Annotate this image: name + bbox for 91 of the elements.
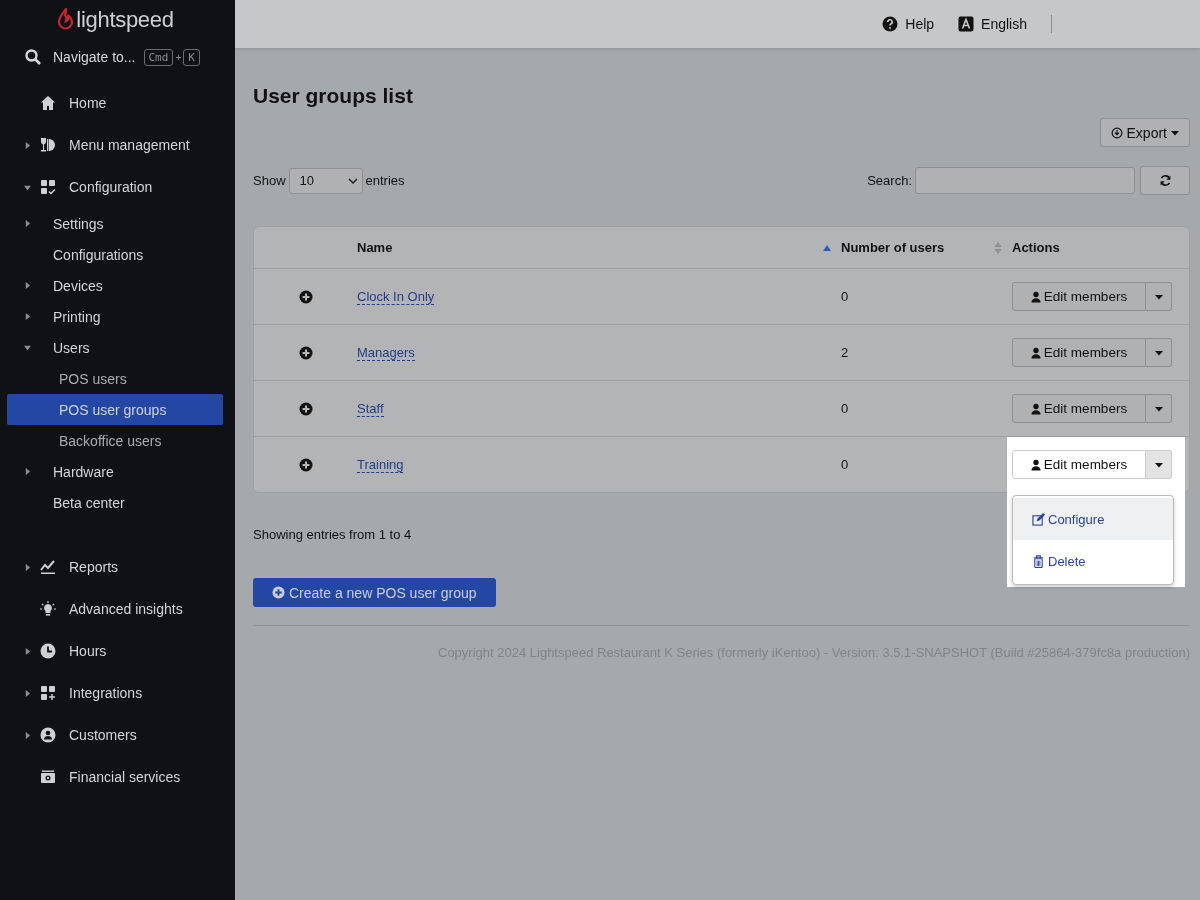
group-name-link[interactable]: Training bbox=[357, 456, 404, 473]
download-icon bbox=[1110, 126, 1123, 139]
chevron-down-icon bbox=[347, 177, 358, 184]
grid-check-icon bbox=[40, 179, 56, 195]
user-count: 2 bbox=[841, 345, 850, 360]
plus-circle-icon bbox=[298, 345, 313, 360]
nav-item[interactable]: Beta center bbox=[0, 487, 235, 518]
group-name-link[interactable]: Clock In Only bbox=[357, 288, 435, 305]
nav-item[interactable]: POS user groups bbox=[7, 394, 223, 425]
caret-down-icon bbox=[1154, 460, 1163, 469]
user-count: 0 bbox=[841, 289, 850, 304]
nav-item[interactable]: Financial services bbox=[0, 756, 235, 798]
entries-select[interactable]: 10 bbox=[288, 167, 363, 194]
refresh-icon bbox=[1158, 174, 1172, 187]
create-group-button[interactable]: Create a new POS user group bbox=[253, 578, 496, 607]
sort-icon bbox=[994, 240, 1002, 255]
dropdown-toggle-button[interactable] bbox=[1146, 394, 1172, 423]
menu-item[interactable]: Configure bbox=[1013, 498, 1173, 540]
plus-circle-icon bbox=[298, 401, 313, 416]
edit-icon bbox=[1032, 512, 1045, 526]
menu-item[interactable]: Delete bbox=[1013, 540, 1173, 582]
clock-icon bbox=[40, 643, 56, 659]
grid-plus-icon bbox=[40, 685, 56, 701]
search-field[interactable] bbox=[915, 167, 1135, 194]
keyboard-key: K bbox=[183, 48, 200, 66]
user-icon bbox=[1030, 458, 1041, 471]
home-icon bbox=[40, 95, 56, 111]
nav-item[interactable]: Hardware bbox=[0, 456, 235, 487]
person-circle-icon bbox=[40, 727, 56, 743]
caret-down-icon bbox=[1171, 128, 1179, 137]
plus-circle-icon bbox=[298, 289, 313, 304]
nav-item[interactable]: Users bbox=[0, 332, 235, 363]
keyboard-key: Cmd bbox=[143, 48, 174, 66]
plus-sign: + bbox=[175, 51, 182, 63]
nav-item[interactable]: Backoffice users bbox=[7, 425, 223, 456]
nav-item[interactable]: Configurations bbox=[0, 239, 235, 270]
glass-and-plate-icon bbox=[40, 137, 56, 153]
entries-label: entries bbox=[365, 173, 405, 188]
plus-circle-icon bbox=[272, 586, 285, 599]
dropdown-toggle-button[interactable] bbox=[1146, 338, 1172, 367]
language-icon bbox=[958, 16, 975, 32]
edit-members-button[interactable]: Edit members bbox=[1012, 394, 1146, 423]
nav-item[interactable]: Hours bbox=[0, 630, 235, 672]
edit-members-button[interactable]: Edit members bbox=[1012, 450, 1146, 479]
nav-item[interactable]: Customers bbox=[0, 714, 235, 756]
plus-circle-icon bbox=[298, 457, 313, 472]
export-button[interactable]: Export bbox=[1099, 118, 1190, 147]
dropdown-toggle-button[interactable] bbox=[1146, 282, 1172, 311]
cash-register-icon bbox=[40, 769, 56, 785]
nav-item[interactable]: Settings bbox=[0, 208, 235, 239]
user-icon bbox=[1030, 402, 1041, 415]
user-icon bbox=[1030, 346, 1041, 359]
page-title: User groups list bbox=[253, 84, 414, 109]
flame-logo-icon bbox=[57, 8, 74, 32]
edit-members-button[interactable]: Edit members bbox=[1012, 338, 1146, 367]
caret-down-icon bbox=[1154, 404, 1163, 413]
search-icon bbox=[25, 49, 41, 65]
lightbulb-icon bbox=[40, 601, 56, 617]
sort-ascending-icon bbox=[823, 243, 831, 252]
column-header[interactable]: Number of users bbox=[841, 240, 1012, 255]
nav-item[interactable]: Devices bbox=[0, 270, 235, 301]
help-link[interactable]: Help bbox=[882, 16, 935, 32]
language-selector[interactable]: English bbox=[958, 16, 1027, 32]
nav-item[interactable]: Advanced insights bbox=[0, 588, 235, 630]
group-name-link[interactable]: Managers bbox=[357, 344, 415, 361]
column-header: Actions bbox=[1012, 240, 1061, 255]
user-icon bbox=[1030, 290, 1041, 303]
chart-line-icon bbox=[40, 559, 56, 575]
group-name-link[interactable]: Staff bbox=[357, 400, 384, 417]
logo-text: lightspeed bbox=[76, 7, 174, 33]
user-count: 0 bbox=[841, 457, 850, 472]
column-header[interactable]: Name bbox=[357, 240, 841, 255]
user-count: 0 bbox=[841, 401, 850, 416]
nav-item[interactable]: POS users bbox=[7, 363, 223, 394]
help-icon bbox=[882, 16, 899, 32]
dropdown-toggle-button[interactable] bbox=[1146, 450, 1172, 479]
show-label: Show bbox=[253, 173, 286, 188]
nav-item[interactable]: Menu management bbox=[0, 124, 235, 166]
nav-item[interactable]: Printing bbox=[0, 301, 235, 332]
nav-item[interactable]: Integrations bbox=[0, 672, 235, 714]
caret-down-icon bbox=[1154, 292, 1163, 301]
nav-item[interactable]: Configuration bbox=[0, 166, 235, 208]
refresh-button[interactable] bbox=[1140, 166, 1190, 195]
entries-summary: Showing entries from 1 to 4 bbox=[253, 527, 413, 542]
nav-item[interactable]: Home bbox=[0, 82, 235, 124]
edit-members-button[interactable]: Edit members bbox=[1012, 282, 1146, 311]
navigate-link[interactable]: Navigate to... bbox=[53, 49, 136, 65]
caret-down-icon bbox=[1154, 348, 1163, 357]
search-label: Search: bbox=[867, 173, 912, 188]
trash-icon bbox=[1032, 554, 1045, 568]
nav-item[interactable]: Reports bbox=[0, 546, 235, 588]
